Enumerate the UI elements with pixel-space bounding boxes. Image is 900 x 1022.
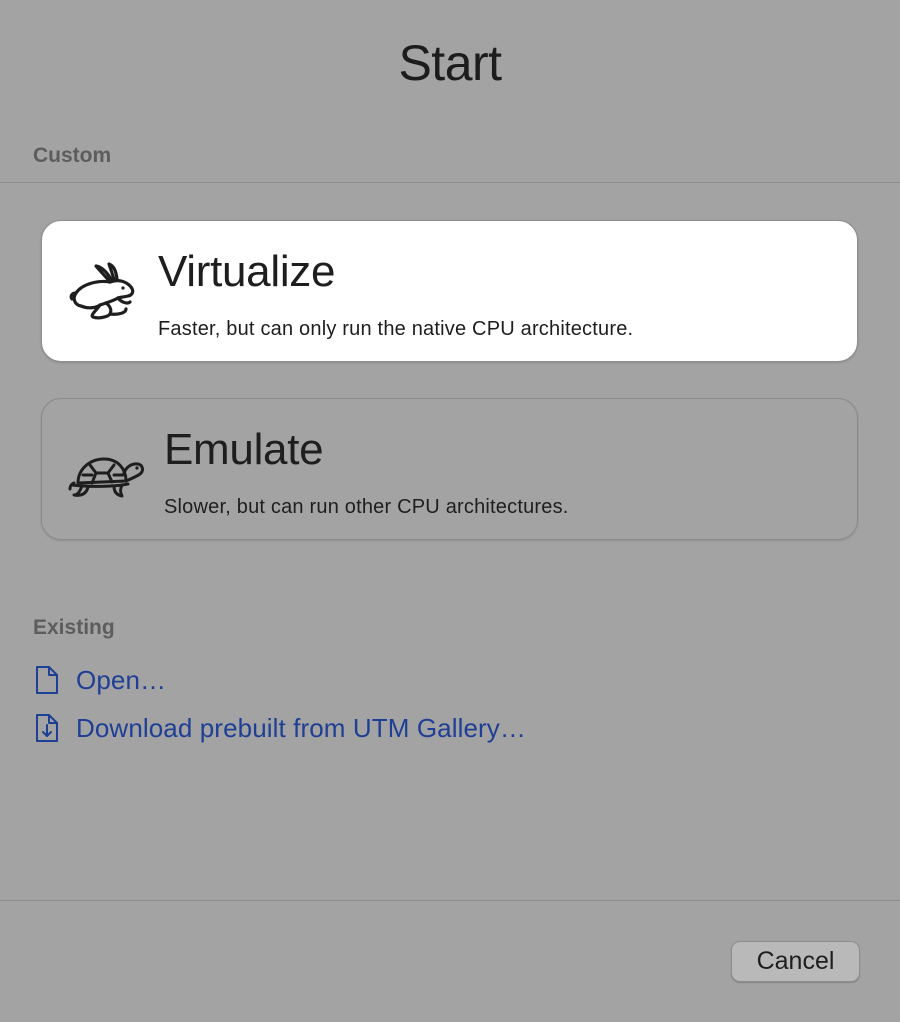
divider bbox=[0, 900, 900, 901]
section-label-existing: Existing bbox=[33, 616, 115, 639]
option-virtualize[interactable]: Virtualize Faster, but can only run the … bbox=[41, 220, 858, 362]
hare-icon bbox=[69, 262, 135, 320]
section-label-custom: Custom bbox=[33, 144, 112, 167]
option-description: Slower, but can run other CPU architectu… bbox=[164, 496, 569, 518]
document-download-icon bbox=[36, 714, 58, 742]
download-gallery-link-label: Download prebuilt from UTM Gallery… bbox=[76, 712, 526, 743]
tortoise-icon bbox=[68, 457, 144, 498]
option-title: Emulate bbox=[164, 425, 324, 474]
document-icon bbox=[36, 666, 58, 694]
dialog-title: Start bbox=[398, 35, 502, 91]
divider bbox=[0, 182, 900, 183]
start-dialog: Start Custom Virtualize Faster, but can … bbox=[0, 0, 900, 1022]
option-emulate[interactable]: Emulate Slower, but can run other CPU ar… bbox=[41, 398, 858, 540]
option-title: Virtualize bbox=[158, 247, 336, 296]
download-gallery-link[interactable]: Download prebuilt from UTM Gallery… bbox=[34, 711, 526, 745]
option-description: Faster, but can only run the native CPU … bbox=[158, 318, 634, 340]
open-link[interactable]: Open… bbox=[34, 663, 166, 697]
open-link-label: Open… bbox=[76, 664, 167, 695]
cancel-button[interactable]: Cancel bbox=[731, 941, 860, 982]
